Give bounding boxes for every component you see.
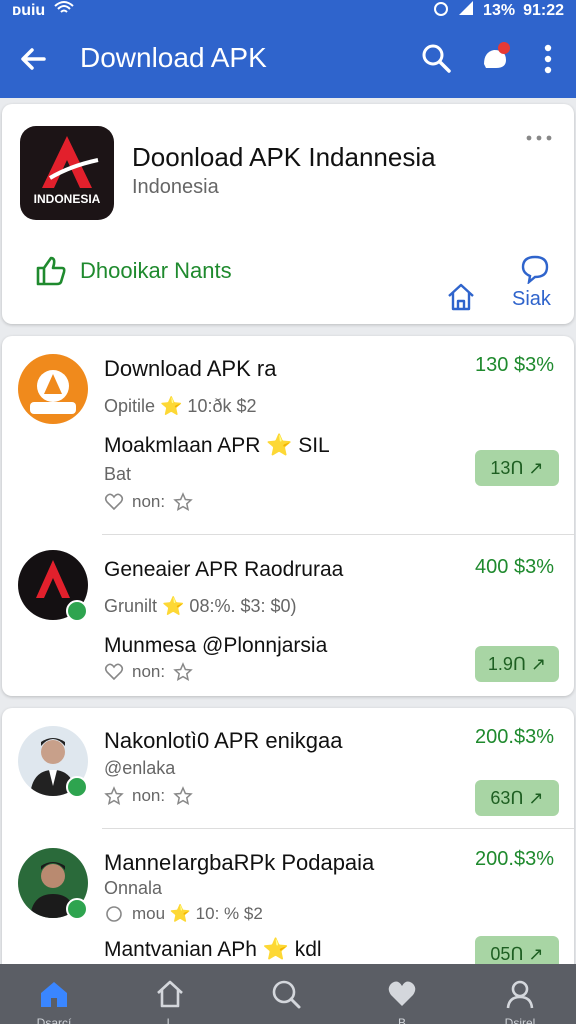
nav-profile-label: Dsirel — [504, 1016, 536, 1024]
signal-icon — [457, 0, 475, 21]
app-subtitle: Indonesia — [132, 176, 219, 198]
item-actions: non: — [104, 662, 193, 682]
item-title: Download APK ra — [104, 356, 277, 381]
alarm-icon — [433, 0, 449, 21]
item-desc: Munmesa @Plonnjarsia — [104, 634, 328, 657]
home-icon[interactable] — [446, 282, 476, 312]
item-actions: mou ⭐ 10: % $2 — [104, 904, 263, 924]
item-meta: Onnala — [104, 878, 163, 898]
item-meta: @enlaka — [104, 758, 176, 778]
nav-explore[interactable]: L — [130, 964, 210, 1024]
item-price: 200.$3% — [475, 726, 554, 748]
app-bar: Download APK — [0, 20, 576, 98]
list-item[interactable]: Geneaier APR Raodruraa Grunilt ⭐ 08:%. $… — [2, 536, 574, 696]
circle-outline-icon[interactable] — [104, 904, 124, 924]
thumbs-up-icon[interactable] — [34, 254, 68, 288]
star-outline-icon[interactable] — [173, 662, 193, 682]
verified-badge-icon — [66, 776, 88, 798]
item-actions-text: non: — [132, 662, 166, 681]
nav-home-label: Dsarcí — [36, 1016, 72, 1024]
search-icon — [272, 980, 301, 1009]
list-item[interactable]: ManneIargbaRPk Podapaia Onnala mou ⭐ 10:… — [2, 830, 574, 972]
divider — [102, 828, 574, 829]
search-icon[interactable] — [420, 42, 452, 74]
star-outline-icon[interactable] — [173, 786, 193, 806]
item-price: 130 $3% — [475, 354, 554, 376]
like-label[interactable]: Dhooikar Nants — [80, 258, 232, 284]
bell-logo-icon — [30, 370, 76, 414]
more-vert-icon[interactable] — [538, 42, 558, 76]
home-outline-icon — [157, 980, 183, 1008]
verified-badge-icon — [66, 600, 88, 622]
item-actions-text: non: — [132, 492, 166, 511]
verified-badge-icon — [66, 898, 88, 920]
nav-home[interactable]: Dsarcí — [14, 964, 94, 1024]
heart-icon — [388, 981, 416, 1006]
divider — [102, 534, 574, 535]
page-title: Download APK — [80, 42, 267, 73]
user-icon — [506, 980, 534, 1009]
item-desc: Moakmlaan APR ⭐ SIL — [104, 434, 330, 457]
star-outline-icon[interactable] — [104, 786, 124, 806]
nav-favorites-label: B — [397, 1016, 406, 1024]
item-meta: Grunilt ⭐ 08:%. $3: $0) — [104, 596, 297, 616]
app-logo-text: INDONESIA — [33, 192, 101, 206]
item-desc: Mantvanian APh ⭐ kdl — [104, 938, 322, 961]
home-filled-icon — [41, 982, 67, 1007]
heart-outline-icon[interactable] — [104, 662, 124, 682]
chat-label[interactable]: Siak — [512, 288, 551, 311]
bottom-navigation: Dsarcí L B Dsirel — [0, 964, 576, 1024]
app-header-card: INDONESIA Doonload APK Indannesia Indone… — [2, 104, 574, 324]
nav-explore-label: L — [166, 1016, 174, 1024]
nav-profile[interactable]: Dsirel — [480, 964, 560, 1024]
notification-icon[interactable] — [478, 40, 514, 76]
download-button[interactable]: 1.9Ո ↗ — [475, 646, 559, 682]
item-title: Nakonlotì0 APR enikgaa — [104, 728, 343, 753]
item-actions: non: — [104, 786, 193, 806]
list-item[interactable]: Download APK ra Opitile ⭐ 10:ðk $2 Moakm… — [2, 336, 574, 536]
list-item[interactable]: Nakonlotì0 APR enikgaa @enlaka non: 200.… — [2, 708, 574, 828]
chat-bubble-icon[interactable] — [520, 254, 550, 284]
app-list-card: Download APK ra Opitile ⭐ 10:ðk $2 Moakm… — [2, 336, 574, 696]
clock-text: 91:22 — [523, 1, 564, 19]
item-actions: non: — [104, 492, 193, 512]
item-title: ManneIargbaRPk Podapaia — [104, 850, 375, 875]
carrier-text: ᴅuiu — [12, 1, 46, 19]
download-button[interactable]: 13Ո ↗ — [475, 450, 559, 486]
download-button[interactable]: 63Ո ↗ — [475, 780, 559, 816]
item-price: 200.$3% — [475, 848, 554, 870]
battery-text: 13% — [483, 1, 516, 19]
nav-favorites[interactable]: B — [362, 964, 442, 1024]
item-actions-text: mou ⭐ 10: % $2 — [132, 904, 263, 923]
status-bar: ᴅuiu 13% 91:22 — [0, 0, 576, 20]
item-price: 400 $3% — [475, 556, 554, 578]
item-meta: Opitile ⭐ 10:ðk $2 — [104, 396, 257, 416]
nav-search[interactable] — [246, 964, 326, 1024]
more-horiz-icon[interactable] — [526, 134, 552, 142]
app-avatar — [18, 354, 88, 424]
heart-outline-icon[interactable] — [104, 492, 124, 512]
app-logo: INDONESIA — [20, 126, 114, 220]
back-arrow-icon[interactable] — [16, 42, 50, 76]
wifi-icon — [53, 0, 75, 21]
app-name: Doonload APK Indannesia — [132, 142, 436, 172]
item-title: Geneaier APR Raodruraa — [104, 558, 344, 581]
item-actions-text: non: — [132, 786, 166, 805]
item-note: Bat — [104, 464, 132, 484]
star-outline-icon[interactable] — [173, 492, 193, 512]
